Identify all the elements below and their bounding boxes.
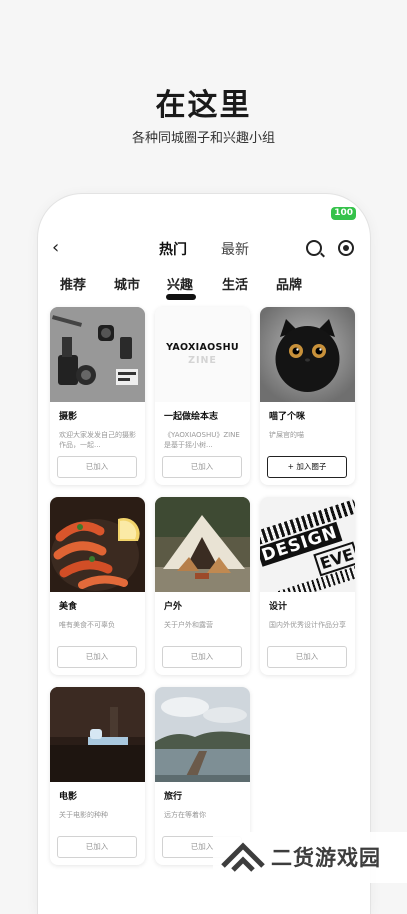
card-image	[155, 687, 250, 782]
active-tab-indicator	[166, 294, 196, 300]
chevron-left-icon[interactable]: ‹	[52, 239, 59, 257]
category-tabs: 推荐 城市 兴趣 生活 品牌	[38, 274, 370, 302]
card-image	[155, 497, 250, 592]
watermark: 二货游戏园	[213, 832, 407, 883]
card-name: 美食	[59, 602, 78, 612]
card-name: 摄影	[59, 412, 78, 422]
card-desc: 欢迎大家发发自己的摄影作品，一起...	[59, 431, 136, 449]
joined-button[interactable]: 已加入	[267, 646, 347, 668]
search-icon[interactable]	[306, 240, 322, 256]
card-desc: 《YAOXIAOSHU》ZINE是基于摇小树...	[164, 431, 240, 449]
joined-button[interactable]: 已加入	[162, 456, 242, 478]
card-name: 旅行	[164, 792, 183, 802]
joined-button[interactable]: 已加入	[57, 456, 137, 478]
card-name: 一起做绘本志	[164, 412, 219, 422]
circle-card[interactable]: 户外 关于户外和露营 已加入	[155, 497, 250, 675]
card-name: 喵了个咪	[269, 412, 306, 422]
card-image: DESIGN EVE	[260, 497, 355, 592]
joined-button[interactable]: 已加入	[57, 646, 137, 668]
joined-button[interactable]: 已加入	[57, 836, 137, 858]
watermark-logo-icon	[221, 842, 265, 872]
card-name: 电影	[59, 792, 78, 802]
card-desc: 关于户外和露营	[164, 621, 213, 629]
tab-hot[interactable]: 热门	[159, 239, 187, 259]
card-name: 设计	[269, 602, 288, 612]
watermark-text: 二货游戏园	[271, 846, 381, 870]
card-desc: 唯有美食不可辜负	[59, 621, 115, 629]
card-desc: 远方在等着你	[164, 811, 206, 819]
category-tab-interest[interactable]: 兴趣	[167, 274, 193, 293]
category-tab-city[interactable]: 城市	[114, 274, 140, 293]
radar-icon[interactable]	[338, 240, 354, 256]
card-image	[50, 307, 145, 402]
top-bar: ‹ 热门 最新	[38, 236, 370, 260]
card-desc: 国内外优秀设计作品分享	[269, 621, 346, 629]
card-name: 户外	[164, 602, 183, 612]
circle-card[interactable]: YAOXIAOSHU ZINE 一起做绘本志 《YAOXIAOSHU》ZINE是…	[155, 307, 250, 485]
circle-card[interactable]: 美食 唯有美食不可辜负 已加入	[50, 497, 145, 675]
image-text: ZINE	[188, 355, 217, 366]
category-tab-brand[interactable]: 品牌	[276, 274, 302, 293]
circle-card[interactable]: 喵了个咪 铲屎官的喵 + 加入圈子	[260, 307, 355, 485]
card-image	[50, 497, 145, 592]
card-image	[50, 687, 145, 782]
card-image	[260, 307, 355, 402]
join-circle-button[interactable]: + 加入圈子	[267, 456, 347, 478]
promo-subtitle: 各种同城圈子和兴趣小组	[131, 131, 275, 146]
circle-card[interactable]: 电影 关于电影的种种 已加入	[50, 687, 145, 865]
circle-card[interactable]: 摄影 欢迎大家发发自己的摄影作品，一起... 已加入	[50, 307, 145, 485]
card-desc: 关于电影的种种	[59, 811, 108, 819]
joined-button[interactable]: 已加入	[162, 646, 242, 668]
phone-frame: 100 ‹ 热门 最新 推荐 城市 兴趣 生活 品牌 摄影 欢迎大家发发自己的摄…	[38, 194, 370, 914]
card-image: YAOXIAOSHU ZINE	[155, 307, 250, 402]
battery-indicator: 100	[331, 207, 356, 220]
promo-title: 在这里	[155, 88, 252, 123]
circle-card[interactable]: DESIGN EVE 设计 国内外优秀设计作品分享 已加入	[260, 497, 355, 675]
card-desc: 铲屎官的喵	[269, 431, 304, 439]
category-tab-life[interactable]: 生活	[222, 274, 248, 293]
category-tab-recommend[interactable]: 推荐	[60, 274, 86, 293]
image-text: YAOXIAOSHU	[166, 342, 239, 353]
tab-new[interactable]: 最新	[221, 239, 249, 259]
